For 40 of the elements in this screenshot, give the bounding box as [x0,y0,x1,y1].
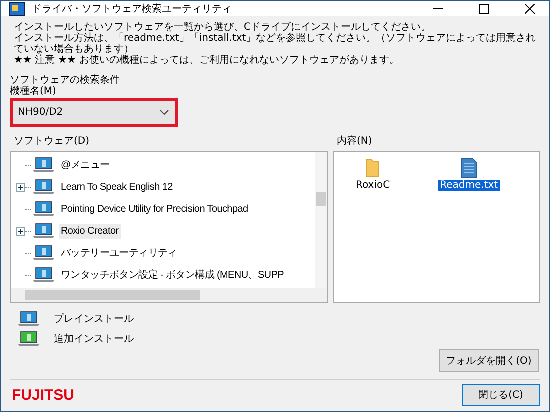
contents-label: 内容(N) [336,135,374,148]
expand-icon[interactable] [16,182,25,192]
legend-label: 追加インストール [54,332,134,346]
close-icon[interactable] [525,4,535,14]
tree-item[interactable]: Learn To Speak English 12 [59,180,175,194]
laptop-icon [33,179,55,195]
instruction-text: インストールしたいソフトウェアを一覧から選び、Cドライブにインストールしてください。 [14,22,432,33]
horizontal-scrollbar[interactable] [11,288,327,302]
document-icon [461,158,478,178]
laptop-icon [18,331,40,347]
laptop-icon [33,157,55,173]
vertical-scrollbar[interactable] [315,152,327,288]
instruction-text: ★★ 注意 ★★ お使いの機種によっては、ご利用になれないソフトウェアがあります。 [14,55,400,66]
laptop-icon [33,223,55,239]
legend-label: プレインストール [54,312,134,326]
tree-item[interactable]: Pointing Device Utility for Precision Touchpad [59,202,250,216]
software-label: ソフトウェア(D) [13,135,91,148]
app-icon [9,2,25,16]
model-label: 機種名(M) [10,86,58,98]
chevron-down-icon [160,110,169,115]
tree-item[interactable]: ワンタッチボタン設定 - ボタン構成 (MENU、SUPP [59,266,286,284]
open-folder-button[interactable]: フォルダを開く(O) [439,349,539,372]
file-name[interactable]: Readme.txt [438,180,500,191]
search-heading: ソフトウェアの検索条件 [10,75,121,86]
laptop-icon [18,311,40,327]
laptop-icon [33,267,55,283]
close-button[interactable]: 閉じる(C) [462,384,540,406]
window-title: ドライバ・ソフトウェア検索ユーティリティ [32,2,233,16]
expand-icon[interactable] [16,226,25,236]
instruction-text: インストール方法は、「readme.txt」「install.txt」などを参照してください。（ソフトウェアによっては用意されていない場合もあります） [14,33,538,55]
model-dropdown[interactable]: NH90/D2 [13,101,175,124]
tree-item[interactable]: Roxio Creator [59,224,121,238]
folder-icon [366,158,380,178]
maximize-icon[interactable] [479,4,489,14]
laptop-icon [33,201,55,217]
tree-item[interactable]: @メニュー [59,156,112,174]
laptop-icon [33,245,55,261]
file-name[interactable]: RoxioC [354,180,392,191]
tree-item[interactable]: バッテリーユーティリティ [59,244,180,262]
logo: FUJITSU [11,386,75,404]
